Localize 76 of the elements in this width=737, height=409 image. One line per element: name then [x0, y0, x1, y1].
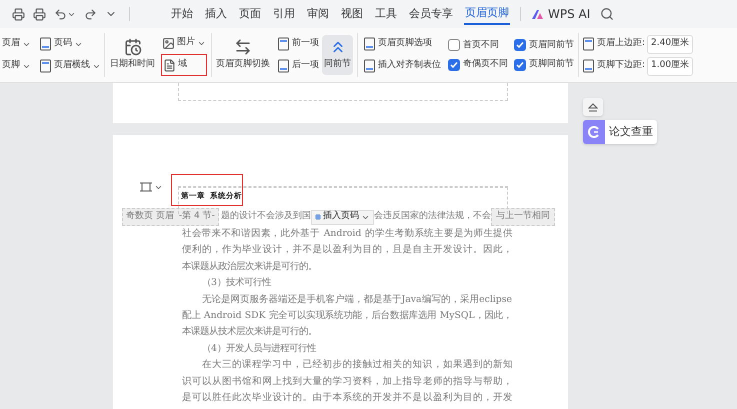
calendar-clock-icon [124, 38, 142, 56]
ribbon-tab[interactable]: 会员专享 [408, 3, 454, 25]
ribbon-tab[interactable]: 插入 [204, 3, 228, 25]
insert-page-number-button[interactable]: 插入页码 [310, 210, 374, 224]
body-text: 社会带来不和谐因素，此外基于 Android 的学生考勤系统主要是为师生提供 [182, 227, 512, 241]
header-page-icon [277, 37, 290, 51]
checkbox-option[interactable]: 页脚同前节 [514, 58, 574, 72]
ribbon-tab[interactable]: 页面 [238, 3, 262, 25]
options-button[interactable]: 页眉页脚选项 [362, 35, 442, 53]
header-button[interactable]: 页眉 [1, 35, 32, 53]
switch-icon [234, 38, 252, 56]
margin-input[interactable]: 1.00厘米 [647, 56, 694, 76]
checkbox-option[interactable]: 首页不同 [448, 38, 508, 52]
body-text: 配上 Android SDK 完全可以实现系统功能，后台数据库选用 MySQL，因此， [182, 309, 512, 324]
header-line-button[interactable]: 页眉横线 [38, 57, 102, 75]
picture-button[interactable]: 图片 [161, 34, 207, 52]
section-label: -第 4 节- [178, 210, 215, 224]
ribbon-tab[interactable]: 开始 [170, 3, 194, 25]
check-logo-icon [583, 120, 605, 144]
date-time-button[interactable]: 日期和时间 [108, 38, 157, 72]
margin-input[interactable]: 2.40厘米 [647, 34, 694, 54]
redo-icon[interactable] [84, 8, 97, 20]
document-icon [163, 58, 176, 72]
body-text: 会违反国家的法律法规，不会 [374, 210, 491, 224]
ribbon-tab[interactable]: 工具 [374, 3, 398, 25]
body-text: 本课题从技术层次来讲是可行的。 [182, 325, 318, 340]
header-kind-label: 奇数页 页眉 [126, 210, 174, 224]
next-button[interactable]: 后一项 [276, 57, 320, 75]
footer-page-icon [277, 59, 290, 73]
page-number-button[interactable]: 页码 [38, 35, 84, 53]
checkbox[interactable] [448, 39, 460, 52]
print-icon[interactable] [12, 8, 25, 20]
section-heading: （4）开发人员与进程可行性 [201, 342, 318, 356]
options-page-icon [363, 37, 376, 51]
body-text: 在大三的课程学习中，已经初步的接触过相关的知识，如果遇到的新知 [202, 358, 512, 372]
footer-button[interactable]: 页脚 [1, 57, 32, 75]
ribbon-tab[interactable]: 审阅 [306, 3, 330, 25]
ai-button[interactable]: WPS AI [531, 5, 590, 23]
field-button[interactable]: 域 [161, 54, 207, 76]
image-icon [162, 36, 175, 50]
body-text: 是可以胜任此次毕业设计的。由于本系统的开发并不是以盈利为目的，开发 [182, 391, 512, 406]
header-layout-icon[interactable] [140, 181, 152, 193]
section-heading: （3）技术可行性 [201, 276, 272, 290]
ai-logo-icon [531, 8, 544, 20]
print-preview-icon[interactable] [33, 8, 46, 20]
footer-page-icon [363, 59, 376, 73]
margin-label: 页脚下边距: [597, 59, 646, 72]
paper-check-button[interactable]: 论文查重 [583, 120, 657, 144]
collapse-button[interactable] [583, 98, 603, 116]
undo-icon[interactable] [54, 8, 67, 20]
checkbox[interactable] [514, 39, 526, 52]
checkbox-option[interactable]: 页眉同前节 [514, 38, 574, 52]
hash-icon [314, 214, 321, 220]
ribbon-tab[interactable]: 视图 [340, 3, 364, 25]
search-icon[interactable] [600, 7, 614, 21]
page-number-icon [39, 37, 52, 51]
same-as-previous-label: 与上一节相同 [490, 208, 555, 226]
checkbox[interactable] [448, 58, 460, 71]
body-text: 便利的，作为毕业设计，并不是以盈利为目的，且是自主开发设计。因此， [182, 243, 512, 258]
footer-page-icon [582, 59, 595, 73]
previous-button[interactable]: 前一项 [276, 35, 320, 53]
checkbox-option[interactable]: 奇偶页不同 [448, 58, 508, 72]
header-page-icon [582, 37, 595, 51]
margin-label: 页眉上边距: [597, 37, 646, 50]
checkbox[interactable] [514, 58, 526, 71]
body-text: 无论是网页服务器端还是手机客户端，都是基于Java编写的，采用eclipse [202, 292, 512, 307]
body-text: 识可以从图书馆和网上找到大量的学习资料，加上指导老师的指导与帮助， [182, 374, 512, 389]
body-text: 本课题从政治层次来讲是可行的。 [182, 260, 318, 274]
body-text: 题的设计不会涉及到国 [220, 210, 311, 224]
insert-tab-button[interactable]: 插入对齐制表位 [362, 57, 442, 75]
ribbon-tab[interactable]: 页眉页脚 [464, 3, 510, 25]
switch-button[interactable]: 页眉页脚切换 [214, 38, 272, 72]
header-page-icon [39, 59, 52, 73]
link-previous-button[interactable]: 同前节 [322, 35, 353, 75]
eject-icon [588, 102, 598, 112]
ribbon-tab[interactable]: 引用 [272, 3, 296, 25]
